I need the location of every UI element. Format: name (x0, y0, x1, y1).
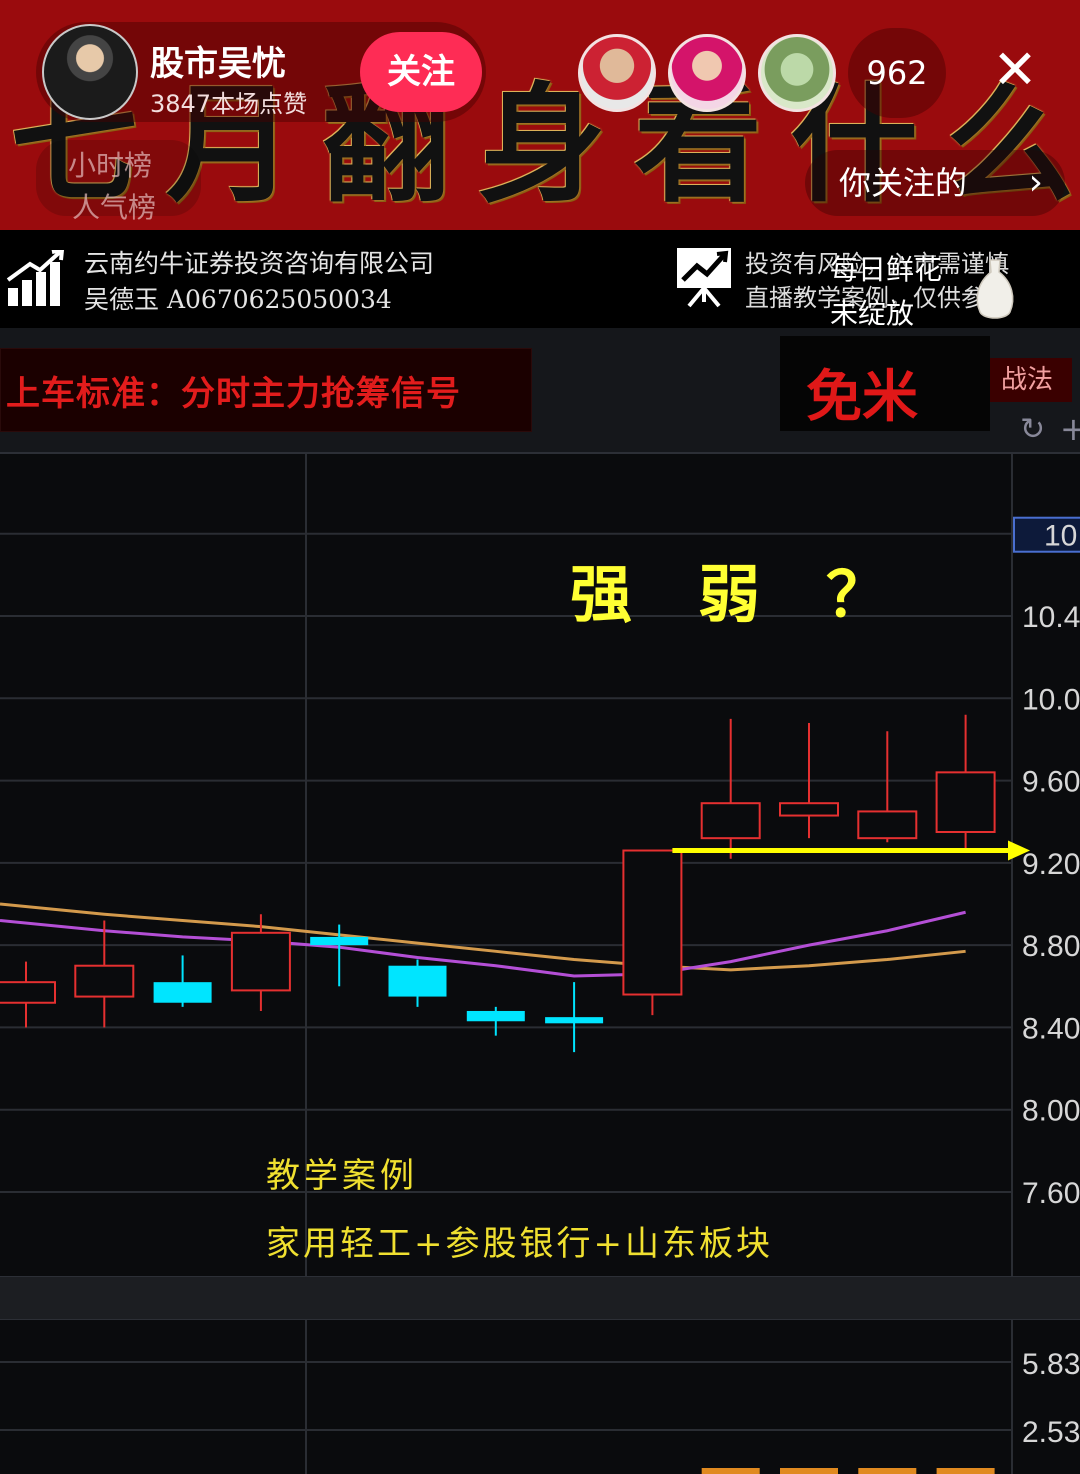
price-axis: 10. 10.4 10.0 9.60 9.20 8.80 8.40 8.00 7.60 (1013, 516, 1080, 1210)
candle-body (230, 931, 291, 992)
license-number: 吴德玉 A0670625050034 (84, 285, 392, 314)
volume-bars (701, 1468, 995, 1474)
price-tick-label: 8.80 (1022, 930, 1080, 963)
volume-tick-label: 5.83 (1022, 1348, 1080, 1381)
refresh-icon[interactable]: ↻ (1020, 412, 1045, 447)
candle (74, 920, 135, 1028)
candle (388, 959, 447, 1007)
chevron-right-icon: › (1028, 162, 1043, 203)
candle-body (779, 802, 839, 817)
candle-body (153, 982, 212, 1003)
price-tick-label: 8.00 (1022, 1095, 1080, 1128)
candle (935, 714, 996, 853)
candle-body (700, 802, 761, 840)
following-link[interactable]: 你关注的 › (805, 150, 1065, 216)
price-tick-label: 9.20 (1022, 848, 1080, 881)
candle-body (935, 771, 996, 834)
volume-chart: 5.83 2.53 (0, 1320, 1080, 1474)
bar-chart-icon (6, 250, 65, 306)
volume-axis: 5.83 2.53 (1022, 1348, 1080, 1449)
trend-chart-icon (677, 248, 731, 308)
viewer-avatar-1[interactable] (578, 34, 656, 112)
host-avatar[interactable] (42, 24, 138, 120)
volume-bar (780, 1468, 838, 1474)
candle-body (857, 810, 918, 840)
candle (466, 1006, 525, 1036)
signal-label: 上车标准：分时主力抢筹信号 (6, 374, 461, 414)
volume-bar (701, 1468, 760, 1474)
price-tick-label: 8.40 (1022, 1012, 1080, 1045)
candle (622, 849, 683, 1016)
candle (700, 718, 761, 859)
moving-average-lines (0, 902, 966, 978)
candle-body (0, 981, 56, 1004)
free-rice-label: 免米 (806, 364, 918, 430)
candle-body (622, 849, 683, 996)
hourly-rank-label[interactable]: 小时榜 (68, 144, 152, 184)
candlestick-chart: 10. 10.4 10.0 9.60 9.20 8.80 8.40 8.00 7.60 (0, 454, 1080, 1276)
volume-bar (936, 1468, 995, 1474)
volume-bar (858, 1468, 917, 1474)
candle (857, 731, 918, 843)
volume-tick-label: 2.53 (1022, 1416, 1080, 1449)
viewer-avatar-2[interactable] (668, 34, 746, 112)
gift-label-line2[interactable]: 未绽放 (830, 292, 914, 332)
ma-line-purple (0, 910, 966, 978)
popularity-rank-label[interactable]: 人气榜 (72, 186, 156, 226)
candle-body (74, 964, 135, 998)
price-tick-label: 7.60 (1022, 1177, 1080, 1210)
plus-icon[interactable]: + (1060, 410, 1080, 448)
candles (0, 714, 996, 1053)
annotation-question: 强 弱 ？ (570, 558, 891, 631)
price-tick-label: 10.0 (1022, 683, 1080, 716)
candle-body (310, 936, 369, 946)
vase-gift-icon[interactable] (972, 258, 1018, 322)
candle (0, 961, 56, 1028)
support-line (672, 840, 1030, 861)
viewer-count[interactable]: 962 (848, 28, 946, 118)
annotation-case-title: 教学案例 (266, 1156, 418, 1196)
ma-line-orange (0, 902, 966, 972)
volume-grid (0, 1320, 1013, 1474)
price-tick-label: 10.4 (1022, 601, 1080, 634)
price-tick-label: 9.60 (1022, 766, 1080, 799)
close-icon[interactable]: ✕ (985, 40, 1045, 100)
price-tick-label: 10. (1044, 520, 1080, 553)
candle-body (545, 1017, 604, 1024)
company-name: 云南约牛证券投资咨询有限公司 (84, 249, 435, 278)
candle (545, 982, 604, 1053)
host-name[interactable]: 股市吴忧 (150, 36, 286, 85)
candle-body (466, 1010, 525, 1022)
viewer-avatar-3[interactable] (758, 34, 836, 112)
annotation-sectors: 家用轻工+参股银行+山东板块 (266, 1224, 773, 1264)
follow-button[interactable]: 关注 (360, 32, 482, 112)
host-likes: 3847本场点赞 (150, 90, 308, 118)
candle (153, 955, 212, 1007)
candle-body (388, 965, 447, 997)
chart-separator (0, 1276, 1080, 1320)
following-link-label: 你关注的 (839, 164, 968, 202)
gift-label-line1[interactable]: 每日鲜花 (830, 248, 942, 288)
tab-tactics[interactable]: 战法 (982, 358, 1072, 402)
